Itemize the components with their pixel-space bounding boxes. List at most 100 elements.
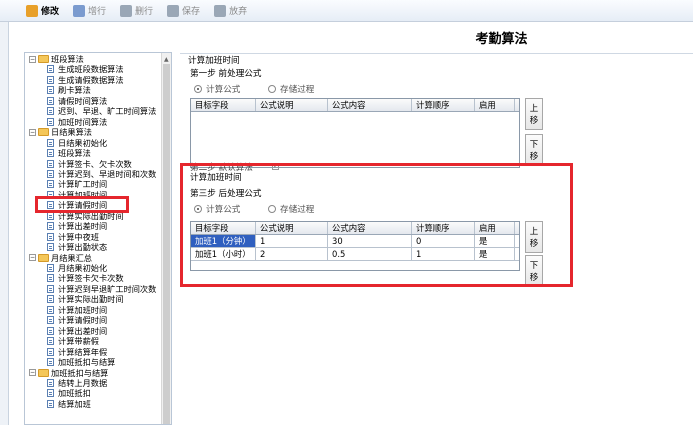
document-icon	[47, 65, 54, 74]
tree-folder[interactable]: − 日结果算法	[29, 127, 92, 137]
toolbar-button-1[interactable]: 增行	[73, 2, 106, 20]
tree-item[interactable]: 计算出勤状态	[47, 242, 107, 252]
tree-item[interactable]: 月结果初始化	[47, 263, 107, 273]
tree-item[interactable]: 请假时间算法	[47, 96, 107, 106]
collapse-icon[interactable]: −	[29, 369, 36, 376]
column-header[interactable]: 公式内容	[328, 99, 412, 111]
toolbar-button-3[interactable]: 保存	[167, 2, 200, 20]
document-icon	[47, 337, 54, 346]
tree-item[interactable]: 结算加班	[47, 399, 91, 409]
tree-item[interactable]: 计算实际出勤时间	[47, 294, 124, 304]
pre-formula-grid[interactable]: 目标字段 公式说明 公式内容 计算顺序 启用	[190, 98, 520, 168]
tree-item-label: 计算出差时间	[58, 325, 108, 336]
tree-folder[interactable]: − 月结果汇总	[29, 253, 92, 263]
tree-item[interactable]: 加班抵扣	[47, 388, 91, 398]
title-bar: 考勤算法	[180, 22, 693, 54]
tree-item-label: 生成请假数据算法	[58, 74, 124, 85]
document-icon	[47, 378, 54, 387]
tree-item-label: 计算旷工时间	[58, 179, 108, 190]
scroll-up-icon[interactable]: ▲	[164, 56, 169, 63]
tree-item-label: 计算出勤状态	[58, 242, 108, 253]
document-icon	[47, 399, 54, 408]
tree-item[interactable]: 计算签卡欠卡次数	[47, 273, 124, 283]
document-icon	[47, 347, 54, 356]
document-icon	[47, 264, 54, 272]
tree-item[interactable]: 迟到、早退、旷工时间算法	[47, 106, 156, 116]
tree-item[interactable]: 计算旷工时间	[47, 179, 107, 189]
collapse-icon[interactable]: −	[29, 55, 36, 63]
scrollbar-thumb[interactable]	[163, 64, 170, 424]
pencil-icon	[26, 4, 38, 17]
tree-item[interactable]: 计算出差时间	[47, 326, 107, 336]
tree-item[interactable]: 刷卡算法	[47, 85, 91, 95]
move-up-button[interactable]: 上移	[525, 98, 543, 130]
tree-item[interactable]: 日结果初始化	[47, 138, 107, 148]
toolbar-button-label: 放弃	[229, 7, 248, 17]
tree-folder[interactable]: − 班段算法	[29, 54, 84, 64]
document-icon	[47, 295, 54, 304]
collapse-icon[interactable]: −	[29, 128, 36, 136]
tree-item-label: 日结果初始化	[58, 137, 108, 148]
column-header[interactable]: 启用	[475, 99, 515, 111]
tree-item[interactable]: 加班抵扣与结算	[47, 357, 115, 367]
collapse-icon[interactable]: −	[29, 254, 36, 262]
toolbar-button-0[interactable]: 修改	[26, 2, 59, 20]
algorithm-tree[interactable]: ▲ − 班段算法 生成班段数据算法 生成请假数据算法 刷卡算法 请假时间算法 迟到、早退、旷…	[24, 52, 172, 425]
column-header[interactable]: 公式说明	[256, 99, 328, 111]
radio-label: 计算公式	[206, 85, 241, 95]
toolbar-button-4[interactable]: 放弃	[214, 2, 247, 20]
folder-icon	[38, 55, 49, 63]
toolbar-button-label: 删行	[135, 7, 154, 17]
tree-item[interactable]: 计算请假时间	[47, 315, 107, 325]
toolbar-button-label: 修改	[41, 7, 60, 17]
tree-item-label: 计算迟到早退旷工时间次数	[58, 283, 157, 294]
tree-item-label: 结算加班	[58, 398, 91, 409]
tree-item-label: 计算出差时间	[58, 221, 108, 232]
document-icon	[47, 358, 54, 367]
tree-item[interactable]: 计算加班时间	[47, 305, 107, 315]
tree-item-label: 加班抵扣与结算	[58, 357, 116, 368]
tree-item[interactable]: 加班时间算法	[47, 117, 107, 127]
column-header[interactable]: 计算顺序	[412, 99, 475, 111]
document-icon	[47, 86, 54, 95]
step1-label: 第一步 前处理公式	[190, 69, 262, 79]
tree-item[interactable]: 计算结算年假	[47, 347, 107, 357]
tree-item-label: 请假时间算法	[58, 95, 108, 106]
folder-icon	[38, 128, 49, 137]
step1-radio-formula[interactable]: 计算公式	[194, 83, 240, 95]
move-down-button[interactable]: 下移	[525, 134, 543, 166]
toolbar-button-label: 增行	[88, 7, 107, 17]
tree-folder[interactable]: − 加班抵扣与结算	[29, 368, 108, 378]
column-header[interactable]: 目标字段	[191, 99, 256, 111]
step1-radio-procedure[interactable]: 存储过程	[268, 83, 314, 95]
document-icon	[47, 389, 54, 398]
tree-item-label: 月结果初始化	[58, 263, 108, 273]
tree-item[interactable]: 计算签卡、欠卡次数	[47, 159, 132, 169]
tree-item[interactable]: 计算出差时间	[47, 221, 107, 231]
document-icon	[47, 326, 54, 335]
tree-item-label: 计算带薪假	[58, 336, 99, 347]
tree-scrollbar[interactable]: ▲	[161, 53, 171, 424]
main-highlight-box	[180, 163, 573, 287]
tree-item[interactable]: 计算带薪假	[47, 336, 99, 346]
grid-header: 目标字段 公式说明 公式内容 计算顺序 启用	[191, 99, 519, 112]
tree-item-label: 计算加班时间	[58, 304, 108, 315]
tree-item-label: 月结果汇总	[51, 252, 92, 263]
radio-selected-icon	[194, 85, 202, 93]
tree-item[interactable]: 计算迟到早退旷工时间次数	[47, 284, 156, 294]
tree-item[interactable]: 生成请假数据算法	[47, 75, 124, 85]
document-icon	[47, 180, 54, 189]
tree-item[interactable]: 班段算法	[47, 148, 91, 158]
tree-item-label: 日结果算法	[51, 127, 92, 138]
document-icon	[47, 305, 54, 314]
tree-item[interactable]: 计算迟到、早退时间和次数	[47, 169, 156, 179]
document-icon	[47, 284, 54, 293]
tree-item-label: 结转上月数据	[58, 377, 108, 388]
tree-item[interactable]: 计算中夜班	[47, 232, 99, 242]
toolbar-button-2[interactable]: 删行	[120, 2, 153, 20]
tree-item-label: 计算迟到、早退时间和次数	[58, 168, 157, 179]
tree-item[interactable]: 生成班段数据算法	[47, 64, 124, 74]
tree-item-label: 计算请假时间	[58, 315, 108, 326]
tree-item[interactable]: 结转上月数据	[47, 378, 107, 388]
left-edge-strip	[0, 22, 9, 425]
